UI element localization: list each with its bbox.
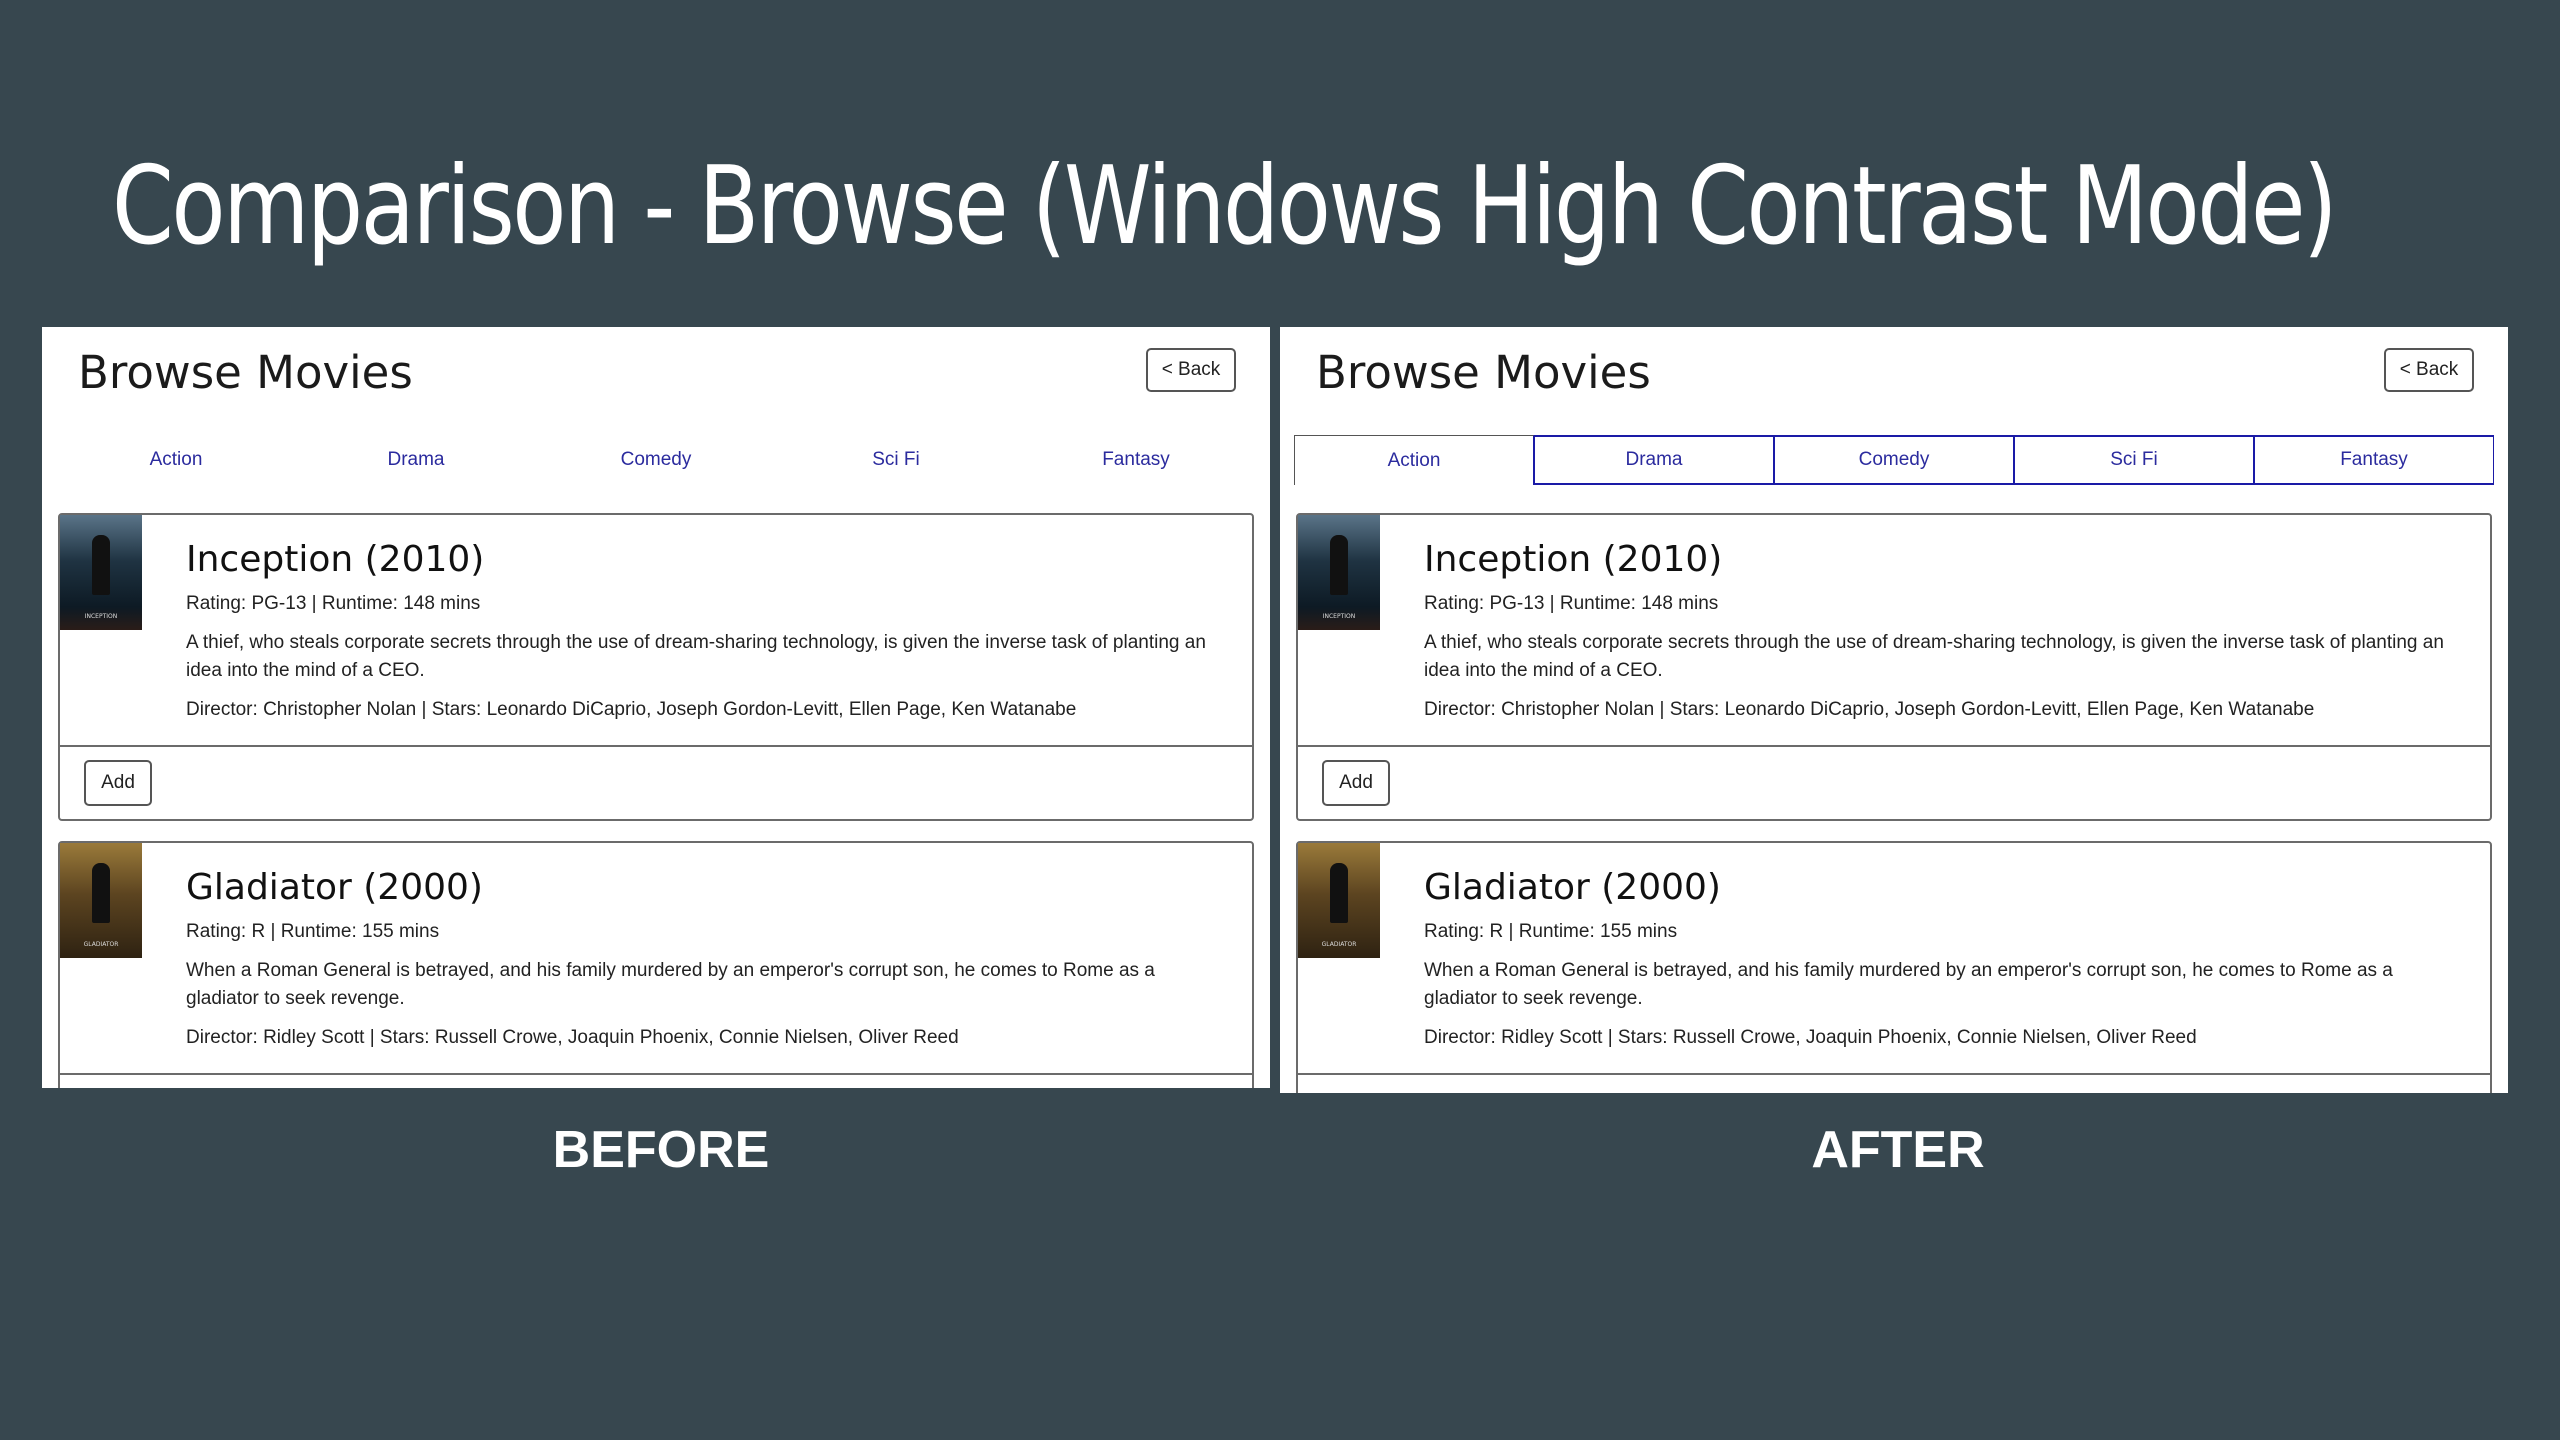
- movie-card: GLADIATOR Gladiator (2000) Rating: R | R…: [1296, 841, 2492, 1093]
- movie-card: INCEPTION Inception (2010) Rating: PG-13…: [58, 513, 1254, 821]
- movie-meta: Rating: R | Runtime: 155 mins: [1424, 921, 1678, 942]
- poster-text: GLADIATOR: [1321, 941, 1357, 948]
- poster-figure: [92, 535, 110, 595]
- movie-card: INCEPTION Inception (2010) Rating: PG-13…: [1296, 513, 2492, 821]
- movie-meta: Rating: R | Runtime: 155 mins: [186, 921, 440, 942]
- genre-tabs: Action Drama Comedy Sci Fi Fantasy: [56, 435, 1256, 485]
- card-body: INCEPTION Inception (2010) Rating: PG-13…: [1298, 515, 2490, 747]
- genre-tabs: Action Drama Comedy Sci Fi Fantasy: [1294, 435, 2494, 485]
- movie-description: A thief, who steals corporate secrets th…: [186, 632, 1206, 681]
- add-button[interactable]: Add: [1322, 760, 1390, 806]
- card-footer: Add: [60, 747, 1252, 819]
- movie-description: When a Roman General is betrayed, and hi…: [186, 960, 1155, 1009]
- card-footer: Add: [1298, 747, 2490, 819]
- poster-figure: [92, 863, 110, 923]
- movie-description: When a Roman General is betrayed, and hi…: [1424, 960, 2393, 1009]
- movie-credits: Director: Christopher Nolan | Stars: Leo…: [1424, 699, 2315, 720]
- tab-comedy[interactable]: Comedy: [1774, 435, 2014, 485]
- before-screenshot: Browse Movies < Back Action Drama Comedy…: [42, 327, 1270, 1088]
- movie-description: A thief, who steals corporate secrets th…: [1424, 632, 2444, 681]
- movie-poster: INCEPTION: [60, 515, 142, 630]
- movie-title: Gladiator (2000): [1424, 867, 1721, 908]
- movie-title: Inception (2010): [186, 539, 485, 580]
- movie-meta: Rating: PG-13 | Runtime: 148 mins: [186, 593, 481, 614]
- movie-poster: GLADIATOR: [1298, 843, 1380, 958]
- card-body: GLADIATOR Gladiator (2000) Rating: R | R…: [60, 843, 1252, 1075]
- page-title: Browse Movies: [1316, 346, 1651, 399]
- page-title: Browse Movies: [78, 346, 413, 399]
- movie-poster: GLADIATOR: [60, 843, 142, 958]
- tab-comedy[interactable]: Comedy: [536, 435, 776, 485]
- movie-title: Gladiator (2000): [186, 867, 483, 908]
- slide-title: Comparison - Browse (Windows High Contra…: [112, 144, 2338, 269]
- movie-card: GLADIATOR Gladiator (2000) Rating: R | R…: [58, 841, 1254, 1088]
- tab-drama[interactable]: Drama: [296, 435, 536, 485]
- add-button[interactable]: Add: [84, 760, 152, 806]
- caption-before: BEFORE: [552, 1121, 770, 1179]
- tab-action[interactable]: Action: [56, 435, 296, 485]
- movie-credits: Director: Christopher Nolan | Stars: Leo…: [186, 699, 1077, 720]
- poster-figure: [1330, 863, 1348, 923]
- tab-action[interactable]: Action: [1294, 435, 1534, 485]
- poster-text: GLADIATOR: [83, 941, 119, 948]
- poster-figure: [1330, 535, 1348, 595]
- tab-fantasy[interactable]: Fantasy: [2254, 435, 2494, 485]
- movie-credits: Director: Ridley Scott | Stars: Russell …: [186, 1027, 959, 1048]
- back-button[interactable]: < Back: [1146, 348, 1236, 392]
- card-body: INCEPTION Inception (2010) Rating: PG-13…: [60, 515, 1252, 747]
- poster-text: INCEPTION: [1322, 613, 1356, 620]
- tab-sci-fi[interactable]: Sci Fi: [2014, 435, 2254, 485]
- tab-sci-fi[interactable]: Sci Fi: [776, 435, 1016, 485]
- after-screenshot: Browse Movies < Back Action Drama Comedy…: [1280, 327, 2508, 1093]
- tab-drama[interactable]: Drama: [1534, 435, 1774, 485]
- back-button[interactable]: < Back: [2384, 348, 2474, 392]
- caption-after: AFTER: [1811, 1121, 1985, 1179]
- movie-poster: INCEPTION: [1298, 515, 1380, 630]
- tab-fantasy[interactable]: Fantasy: [1016, 435, 1256, 485]
- movie-credits: Director: Ridley Scott | Stars: Russell …: [1424, 1027, 2197, 1048]
- movie-title: Inception (2010): [1424, 539, 1723, 580]
- poster-text: INCEPTION: [84, 613, 118, 620]
- card-body: GLADIATOR Gladiator (2000) Rating: R | R…: [1298, 843, 2490, 1075]
- movie-meta: Rating: PG-13 | Runtime: 148 mins: [1424, 593, 1719, 614]
